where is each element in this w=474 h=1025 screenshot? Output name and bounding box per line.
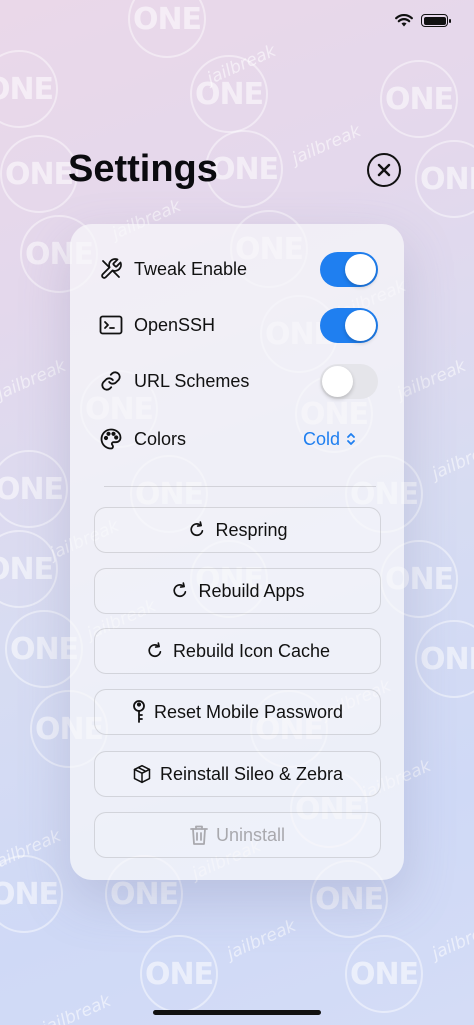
watermark-text: jailbreak	[204, 40, 280, 90]
colors-select-value: Cold	[303, 428, 341, 449]
trash-icon	[190, 825, 208, 845]
watermark-text: jailbreak	[0, 825, 65, 875]
watermark-logo: ONE	[0, 50, 58, 128]
button-label: Reset Mobile Password	[153, 701, 344, 722]
wifi-icon	[395, 14, 413, 27]
reset-mobile-password-button[interactable]: Reset Mobile Password	[94, 689, 381, 735]
watermark-logo: ONE	[380, 60, 458, 138]
rebuild-apps-button[interactable]: Rebuild Apps	[94, 568, 381, 614]
uninstall-button[interactable]: Uninstall	[94, 812, 381, 858]
watermark-logo: ONE	[345, 935, 423, 1013]
watermark-text: jailbreak	[289, 120, 365, 170]
url-schemes-toggle[interactable]	[320, 363, 378, 399]
button-label: Uninstall	[215, 824, 286, 845]
close-icon	[377, 163, 391, 177]
setting-label: URL Schemes	[134, 370, 250, 391]
link-icon	[98, 368, 124, 394]
setting-label: Colors	[134, 428, 187, 449]
setting-label: OpenSSH	[134, 314, 216, 335]
watermark-logo: ONE	[0, 135, 78, 213]
watermark-logo: ONE	[0, 855, 63, 933]
watermark-logo: ONE	[0, 450, 68, 528]
watermark-logo: ONE	[0, 530, 58, 608]
status-bar	[395, 14, 451, 27]
watermark-logo: ONE	[140, 935, 218, 1013]
home-indicator[interactable]	[153, 1010, 321, 1015]
chevron-up-down-icon	[347, 433, 355, 445]
watermark-text: jailbreak	[394, 355, 470, 405]
battery-icon	[421, 14, 451, 27]
refresh-icon	[190, 521, 204, 537]
palette-icon	[98, 426, 124, 452]
button-label: Rebuild Icon Cache	[172, 640, 331, 661]
watermark-logo: ONE	[415, 140, 474, 218]
close-button[interactable]	[367, 153, 401, 187]
reinstall-sileo-zebra-button[interactable]: Reinstall Sileo & Zebra	[94, 751, 381, 797]
watermark-text: jailbreak	[224, 915, 300, 965]
button-label: Reinstall Sileo & Zebra	[159, 763, 344, 784]
setting-row-openssh: OpenSSH	[70, 307, 404, 343]
refresh-icon	[173, 582, 187, 598]
rebuild-icon-cache-button[interactable]: Rebuild Icon Cache	[94, 628, 381, 674]
setting-label: Tweak Enable	[134, 258, 248, 279]
divider	[104, 486, 376, 487]
terminal-icon	[98, 312, 124, 338]
button-label: Rebuild Apps	[198, 580, 305, 601]
openssh-toggle[interactable]	[320, 307, 378, 343]
watermark-text: jailbreak	[0, 355, 70, 405]
watermark-text: jailbreak	[39, 990, 115, 1025]
colors-select[interactable]: Cold	[303, 429, 356, 450]
refresh-icon	[148, 642, 162, 658]
watermark-logo: ONE	[190, 55, 268, 133]
button-label: Respring	[215, 519, 288, 540]
tools-icon	[98, 256, 124, 282]
watermark-logo: ONE	[128, 0, 206, 58]
setting-row-url-schemes: URL Schemes	[70, 363, 404, 399]
respring-button[interactable]: Respring	[94, 507, 381, 553]
setting-row-colors: Colors Cold	[70, 421, 404, 457]
tweak-enable-toggle[interactable]	[320, 251, 378, 287]
package-icon	[133, 764, 151, 784]
page-title: Settings	[68, 148, 218, 190]
watermark-text: jailbreak	[429, 435, 474, 485]
watermark-text: jailbreak	[429, 915, 474, 965]
settings-card: Tweak Enable OpenSSH URL Schemes Colors …	[70, 224, 404, 880]
watermark-logo: ONE	[415, 620, 474, 698]
setting-row-tweak-enable: Tweak Enable	[70, 251, 404, 287]
key-icon	[133, 700, 145, 723]
